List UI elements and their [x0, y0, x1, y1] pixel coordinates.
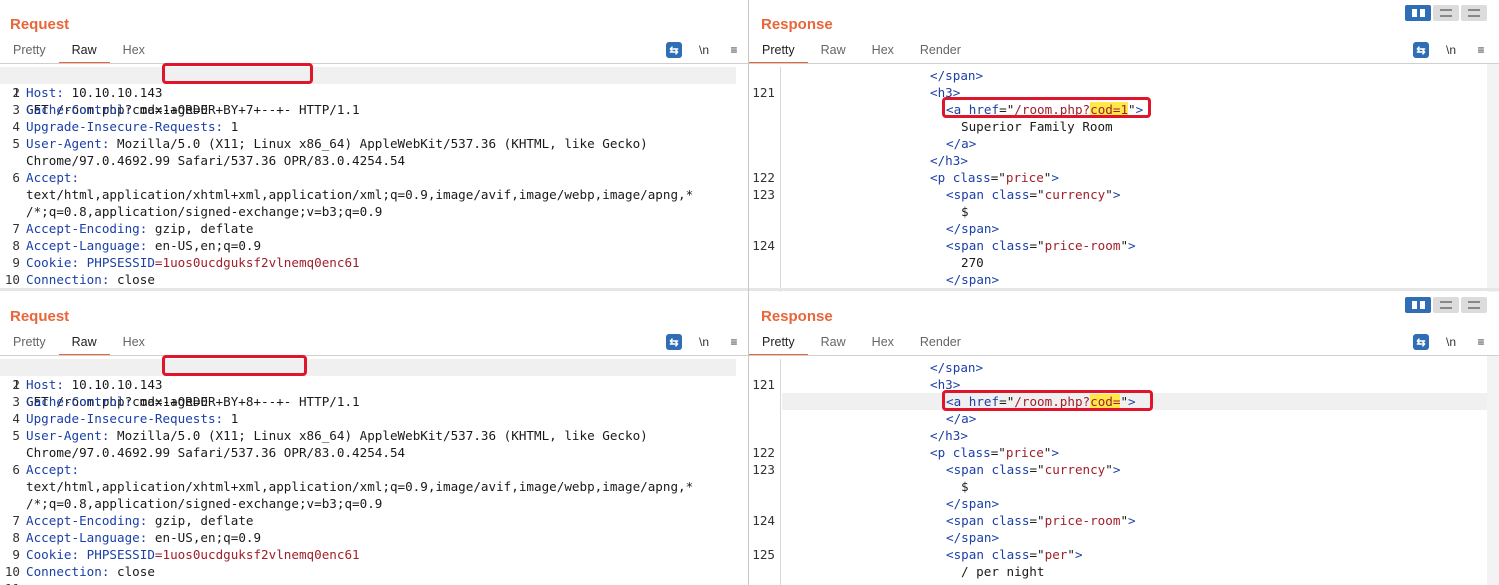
horizontal-view-icon[interactable]: [1433, 5, 1459, 21]
menu-icon[interactable]: ≡: [726, 42, 742, 58]
request-title: Request: [10, 308, 70, 325]
accept-encoding-value: gzip, deflate: [147, 221, 254, 236]
tab-raw[interactable]: Raw: [808, 38, 859, 64]
connection-value: close: [109, 272, 155, 287]
vertical-scrollbar[interactable]: [1487, 64, 1499, 292]
accept-value: text/html,application/xhtml+xml,applicat…: [26, 479, 694, 494]
tab-pretty[interactable]: Pretty: [0, 38, 59, 64]
word-wrap-icon[interactable]: ⇆: [666, 334, 682, 350]
request-title: Request: [10, 16, 70, 33]
cache-control-value: max-age=0: [132, 394, 208, 409]
accept-value-cont: /*;q=0.8,application/signed-exchange;v=b…: [26, 496, 383, 511]
layout-switcher: [1403, 297, 1487, 313]
request-editor[interactable]: 1 GET /room.php?cod=1+ORDER+BY+8+--+- HT…: [0, 355, 748, 585]
horizontal-scrollbar[interactable]: [749, 288, 1499, 291]
user-agent-value: Mozilla/5.0 (X11; Linux x86_64) AppleWeb…: [109, 428, 648, 443]
single-view-icon[interactable]: [1461, 297, 1487, 313]
newline-toggle-icon[interactable]: \n: [1443, 42, 1459, 58]
tab-raw[interactable]: Raw: [808, 330, 859, 356]
cookie-name: PHPSESSID: [79, 547, 155, 562]
cookie-value: =1uos0ucdguksf2vlnemq0enc61: [154, 255, 360, 270]
host-value: 10.10.10.143: [63, 85, 163, 100]
cookie-name: PHPSESSID: [79, 255, 155, 270]
response-editor[interactable]: </span> 121 <h3> <a href="/room.php?cod=1…: [749, 64, 1499, 292]
response-tools: ⇆ \n ≡: [1399, 42, 1489, 58]
tab-hex[interactable]: Hex: [859, 330, 907, 356]
tab-render[interactable]: Render: [907, 38, 974, 64]
request-tabs: Pretty Raw Hex: [0, 330, 158, 356]
word-wrap-icon[interactable]: ⇆: [1413, 334, 1429, 350]
tab-pretty[interactable]: Pretty: [0, 330, 59, 356]
room-price: 270: [961, 255, 984, 270]
request-tabs: Pretty Raw Hex: [0, 38, 158, 64]
word-wrap-icon[interactable]: ⇆: [666, 42, 682, 58]
tab-render[interactable]: Render: [907, 330, 974, 356]
tab-bar-divider: [749, 355, 1499, 356]
accept-value-cont: /*;q=0.8,application/signed-exchange;v=b…: [26, 204, 383, 219]
tab-hex[interactable]: Hex: [859, 38, 907, 64]
href-highlight-box: [942, 97, 1151, 118]
menu-icon[interactable]: ≡: [1473, 42, 1489, 58]
request-tools: ⇆ \n ≡: [652, 42, 742, 58]
split-view-icon[interactable]: [1405, 5, 1431, 21]
currency-symbol: $: [961, 204, 969, 219]
response-editor[interactable]: </span> 121 <h3> <a href="/room.php?cod="…: [749, 356, 1499, 585]
response-tabs: Pretty Raw Hex Render: [749, 38, 974, 64]
accept-value: text/html,application/xhtml+xml,applicat…: [26, 187, 694, 202]
href-highlight-box: [942, 390, 1153, 411]
tab-raw[interactable]: Raw: [58, 38, 110, 64]
menu-icon[interactable]: ≡: [1473, 334, 1489, 350]
word-wrap-icon[interactable]: ⇆: [1413, 42, 1429, 58]
tab-pretty[interactable]: Pretty: [749, 330, 808, 356]
tab-bar-divider: [749, 63, 1499, 64]
request-pane-bottom: Request Pretty Raw Hex ⇆ \n ≡ 1 GET /roo…: [0, 292, 748, 585]
newline-toggle-icon[interactable]: \n: [1443, 334, 1459, 350]
tab-hex[interactable]: Hex: [110, 330, 158, 356]
single-view-icon[interactable]: [1461, 5, 1487, 21]
split-view-icon[interactable]: [1405, 297, 1431, 313]
connection-value: close: [109, 564, 155, 579]
user-agent-cont: Chrome/97.0.4692.99 Safari/537.36 OPR/83…: [26, 445, 406, 460]
request-line: 1 GET /room.php?cod=1+ORDER+BY+8+--+- HT…: [0, 359, 736, 409]
newline-toggle-icon[interactable]: \n: [696, 334, 712, 350]
cache-control-value: max-age=0: [132, 102, 208, 117]
payload-highlight-box: [162, 63, 313, 84]
upgrade-value: 1: [223, 411, 239, 426]
request-tools: ⇆ \n ≡: [652, 334, 742, 350]
horizontal-view-icon[interactable]: [1433, 297, 1459, 313]
payload-highlight-box: [162, 355, 307, 376]
host-value: 10.10.10.143: [63, 377, 163, 392]
menu-icon[interactable]: ≡: [726, 334, 742, 350]
user-agent-cont: Chrome/97.0.4692.99 Safari/537.36 OPR/83…: [26, 153, 406, 168]
newline-toggle-icon[interactable]: \n: [696, 42, 712, 58]
response-title: Response: [761, 16, 833, 33]
room-name: Superior Family Room: [961, 119, 1113, 134]
response-pane-bottom: Response Pretty Raw Hex Render ⇆ \n ≡ </…: [749, 292, 1499, 585]
accept-encoding-value: gzip, deflate: [147, 513, 254, 528]
request-line: 1 GET /room.php?cod=1+ORDER+BY+7+--+- HT…: [0, 67, 736, 117]
tab-pretty[interactable]: Pretty: [749, 38, 808, 64]
response-tools: ⇆ \n ≡: [1399, 334, 1489, 350]
per-night-text: / per night: [961, 564, 1045, 579]
response-title: Response: [761, 308, 833, 325]
response-pane-top: Response Pretty Raw Hex Render ⇆ \n ≡ </…: [749, 0, 1499, 292]
layout-switcher: [1403, 5, 1487, 21]
vertical-scrollbar[interactable]: [1487, 356, 1499, 585]
tab-raw[interactable]: Raw: [58, 330, 110, 356]
user-agent-value: Mozilla/5.0 (X11; Linux x86_64) AppleWeb…: [109, 136, 648, 151]
upgrade-value: 1: [223, 119, 239, 134]
tab-bar-divider: [0, 63, 748, 64]
currency-symbol: $: [961, 479, 969, 494]
accept-language-value: en-US,en;q=0.9: [147, 530, 262, 545]
request-pane-top: Request Pretty Raw Hex ⇆ \n ≡ 1 GET /roo…: [0, 0, 748, 292]
response-tabs: Pretty Raw Hex Render: [749, 330, 974, 356]
request-editor[interactable]: 1 GET /room.php?cod=1+ORDER+BY+7+--+- HT…: [0, 63, 748, 292]
cookie-value: =1uos0ucdguksf2vlnemq0enc61: [154, 547, 360, 562]
accept-language-value: en-US,en;q=0.9: [147, 238, 262, 253]
horizontal-scrollbar[interactable]: [0, 288, 748, 291]
tab-bar-divider: [0, 355, 748, 356]
tab-hex[interactable]: Hex: [110, 38, 158, 64]
